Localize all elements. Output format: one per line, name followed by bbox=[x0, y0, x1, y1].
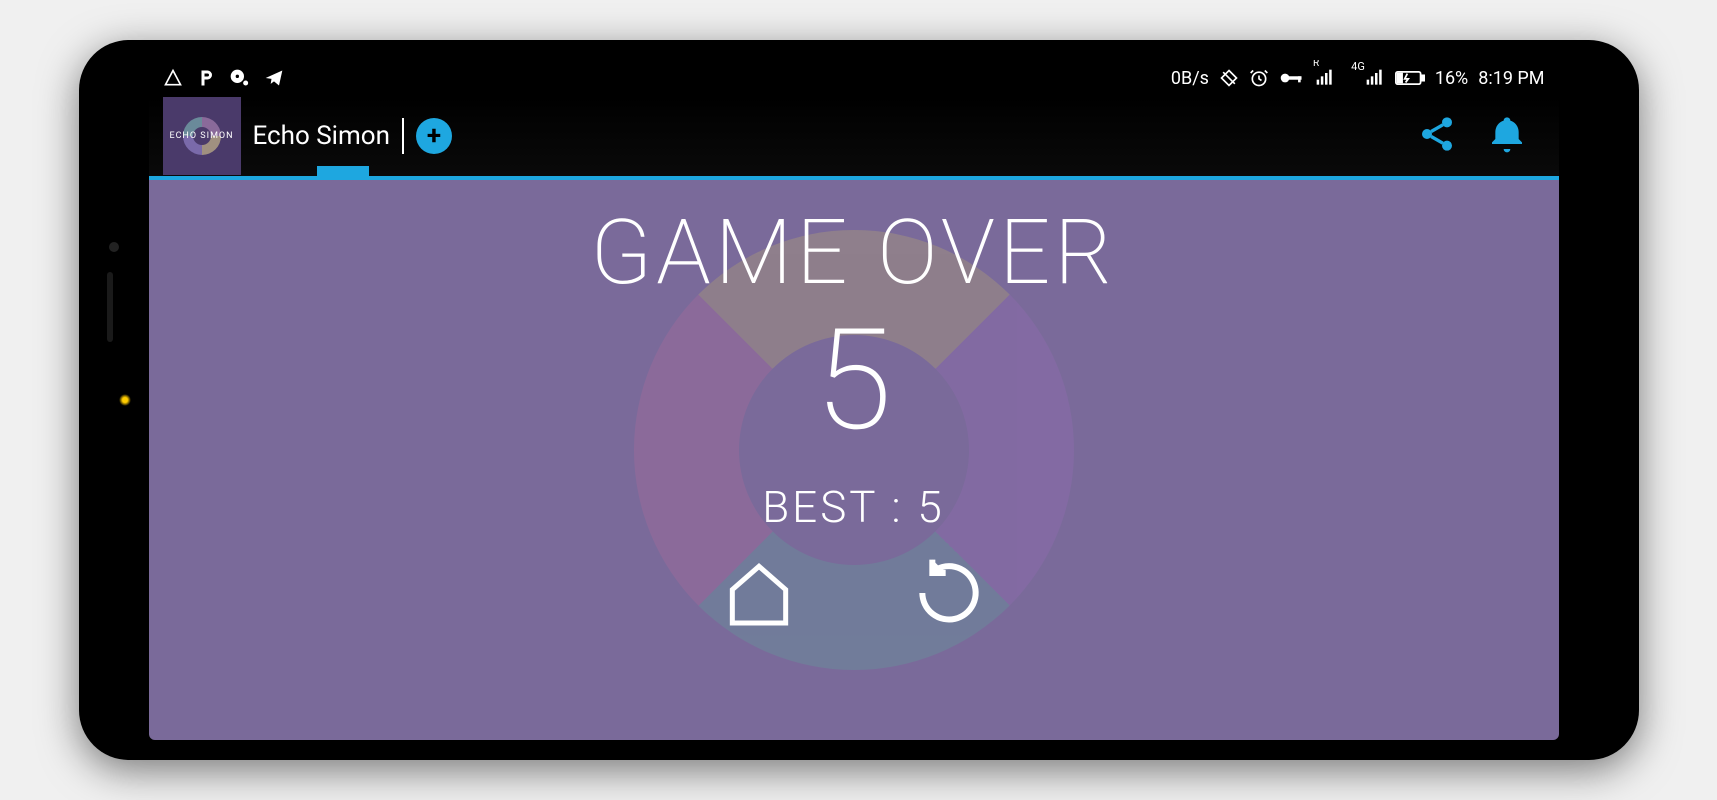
retry-button[interactable] bbox=[904, 553, 994, 637]
signal-4g-icon: 4G bbox=[1351, 68, 1385, 88]
plus-icon: + bbox=[427, 121, 441, 151]
home-button[interactable] bbox=[714, 553, 804, 637]
data-speed-label: 0B/s bbox=[1171, 68, 1209, 89]
phone-frame: 0B/s R 4G bbox=[79, 40, 1639, 760]
front-camera bbox=[109, 242, 119, 252]
app-bar-actions bbox=[1417, 112, 1545, 160]
phone-speaker bbox=[107, 272, 113, 342]
share-button[interactable] bbox=[1417, 114, 1457, 158]
notification-triangle-icon bbox=[163, 68, 183, 88]
notifications-button[interactable] bbox=[1487, 112, 1527, 160]
alarm-icon bbox=[1249, 68, 1269, 88]
title-divider bbox=[402, 118, 404, 154]
network-type-label: 4G bbox=[1351, 60, 1365, 80]
share-icon bbox=[1417, 114, 1457, 154]
rotation-lock-icon bbox=[1219, 68, 1239, 88]
game-over-label: GAME OVER bbox=[590, 200, 1116, 305]
signal-roaming-icon: R bbox=[1315, 68, 1341, 88]
notification-disc-icon bbox=[229, 68, 249, 88]
app-logo[interactable]: ECHO SIMON bbox=[163, 97, 241, 175]
screen: 0B/s R 4G bbox=[149, 60, 1559, 740]
game-area: GAME OVER 5 BEST : 5 bbox=[149, 180, 1559, 740]
status-right: 0B/s R 4G bbox=[1171, 68, 1545, 89]
bell-icon bbox=[1487, 112, 1527, 156]
vpn-key-icon bbox=[1279, 68, 1305, 88]
best-score-label: BEST : 5 bbox=[762, 481, 945, 533]
status-left bbox=[163, 68, 285, 88]
battery-percentage: 16% bbox=[1435, 68, 1468, 89]
clock-time: 8:19 PM bbox=[1478, 68, 1544, 89]
app-logo-text: ECHO SIMON bbox=[169, 131, 233, 141]
roaming-label: R bbox=[1313, 60, 1319, 78]
notification-telegram-icon bbox=[263, 68, 285, 88]
score-value: 5 bbox=[815, 311, 892, 451]
game-buttons bbox=[714, 553, 994, 637]
home-icon bbox=[714, 553, 804, 633]
app-title: Echo Simon bbox=[253, 121, 391, 151]
status-bar: 0B/s R 4G bbox=[149, 60, 1559, 96]
app-bar: ECHO SIMON Echo Simon + bbox=[149, 96, 1559, 176]
retry-icon bbox=[904, 553, 994, 633]
phone-sensor bbox=[119, 394, 131, 406]
add-button[interactable]: + bbox=[416, 118, 452, 154]
notification-p-icon bbox=[197, 68, 215, 88]
battery-icon bbox=[1395, 69, 1425, 87]
